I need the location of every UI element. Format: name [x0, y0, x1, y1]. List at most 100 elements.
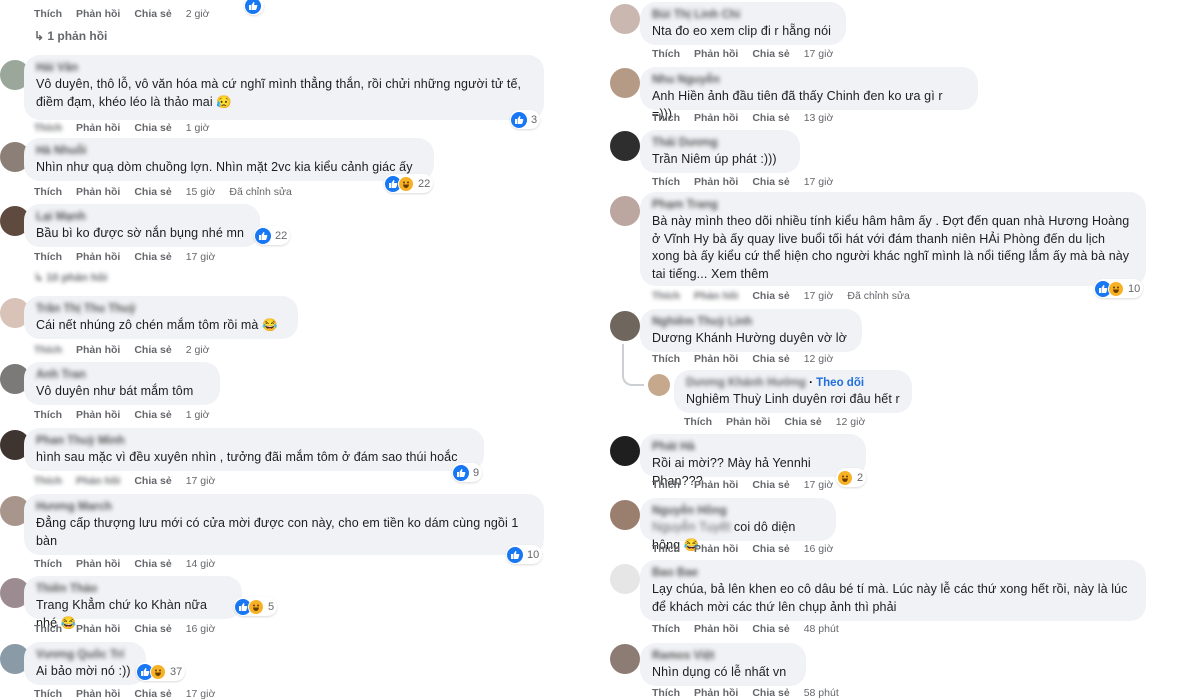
comment-time[interactable]: 15 giờ: [186, 186, 216, 198]
share-action[interactable]: Chia sẻ: [134, 122, 171, 134]
like-action[interactable]: Thích: [652, 623, 680, 635]
reply-action[interactable]: Phản hồi: [76, 558, 120, 570]
like-action[interactable]: Thích: [652, 543, 680, 555]
reply-action[interactable]: Phản hồi: [76, 8, 120, 20]
avatar[interactable]: [610, 311, 640, 341]
comment-time[interactable]: 12 giờ: [836, 416, 866, 428]
reaction-summary[interactable]: 9: [452, 463, 483, 482]
reaction-summary[interactable]: 10: [1094, 279, 1144, 298]
share-action[interactable]: Chia sẻ: [134, 8, 171, 20]
like-action[interactable]: Thích: [34, 409, 62, 421]
reaction-summary[interactable]: 10: [506, 545, 543, 564]
avatar[interactable]: [610, 644, 640, 674]
reply-action[interactable]: Phản hồi: [76, 409, 120, 421]
share-action[interactable]: Chia sẻ: [752, 112, 789, 124]
reply-action[interactable]: Phản hồi: [694, 353, 738, 365]
like-action[interactable]: Thích: [34, 344, 62, 356]
comment-time[interactable]: 16 giờ: [186, 623, 216, 635]
reply-action[interactable]: Phản hồi: [726, 416, 770, 428]
comment-time[interactable]: 13 giờ: [804, 112, 834, 124]
share-action[interactable]: Chia sẻ: [752, 623, 789, 635]
avatar[interactable]: [610, 131, 640, 161]
commenter-name[interactable]: Hải Văn: [36, 61, 532, 76]
reply-action[interactable]: Phản hồi: [76, 688, 120, 700]
reply-action[interactable]: Phản hồi: [76, 344, 120, 356]
reaction-summary[interactable]: 22: [254, 226, 291, 245]
commenter-name[interactable]: Thái Dương: [652, 136, 788, 151]
reply-action[interactable]: Phản hồi: [694, 290, 738, 302]
reaction-summary[interactable]: 22: [384, 174, 434, 193]
reply-action[interactable]: Phản hồi: [694, 623, 738, 635]
commenter-name[interactable]: Bùi Thị Linh Chi: [652, 8, 834, 23]
commenter-name[interactable]: Lại Mạnh: [36, 210, 248, 225]
reply-action[interactable]: Phản hồi: [76, 251, 120, 263]
share-action[interactable]: Chia sẻ: [752, 176, 789, 188]
comment-time[interactable]: 48 phút: [804, 623, 839, 635]
reaction-summary[interactable]: 37: [136, 662, 186, 681]
comment-time[interactable]: 17 giờ: [804, 48, 834, 60]
like-action[interactable]: Thích: [34, 251, 62, 263]
comment-time[interactable]: 16 giờ: [804, 543, 834, 555]
commenter-name[interactable]: Nghiêm Thuỳ Linh: [652, 315, 850, 330]
commenter-name[interactable]: Nguyễn Hồng: [652, 504, 824, 519]
like-action[interactable]: Thích: [34, 688, 62, 700]
commenter-name[interactable]: Phát Hà: [652, 440, 854, 455]
commenter-name[interactable]: Phạm Trang: [652, 198, 1134, 213]
mention-tag[interactable]: Nguyễn Tuyết: [652, 520, 730, 534]
comment-time[interactable]: 17 giờ: [186, 251, 216, 263]
follow-link[interactable]: Theo dõi: [816, 377, 864, 389]
commenter-name[interactable]: Anh Tran: [36, 368, 208, 383]
comment-time[interactable]: 14 giờ: [186, 558, 216, 570]
comment-time[interactable]: 17 giờ: [186, 688, 216, 700]
avatar[interactable]: [610, 500, 640, 530]
share-action[interactable]: Chia sẻ: [752, 687, 789, 699]
commenter-name[interactable]: Phan Thuỳ Minh: [36, 434, 472, 449]
reply-action[interactable]: Phản hồi: [694, 479, 738, 491]
share-action[interactable]: Chia sẻ: [134, 344, 171, 356]
view-replies-link[interactable]: ↳ 10 phản hồi: [34, 271, 107, 284]
share-action[interactable]: Chia sẻ: [134, 475, 171, 487]
view-replies-link[interactable]: ↳ 1 phản hồi: [34, 29, 107, 43]
like-action[interactable]: Thích: [652, 353, 680, 365]
share-action[interactable]: Chia sẻ: [784, 416, 821, 428]
comment-time[interactable]: 1 giờ: [186, 409, 210, 421]
comment-time[interactable]: 17 giờ: [804, 290, 834, 302]
share-action[interactable]: Chia sẻ: [752, 48, 789, 60]
share-action[interactable]: Chia sẻ: [134, 409, 171, 421]
like-action[interactable]: Thích: [34, 475, 62, 487]
reply-action[interactable]: Phản hồi: [76, 623, 120, 635]
comment-time[interactable]: 17 giờ: [804, 176, 834, 188]
share-action[interactable]: Chia sẻ: [134, 186, 171, 198]
commenter-name[interactable]: Hương March: [36, 500, 532, 515]
commenter-name[interactable]: Hà Nhuỗi: [36, 144, 422, 159]
like-action[interactable]: Thích: [34, 8, 62, 20]
reply-action[interactable]: Phản hồi: [694, 543, 738, 555]
reply-action[interactable]: Phản hồi: [694, 176, 738, 188]
commenter-name[interactable]: Vương Quốc Trí: [36, 648, 134, 663]
commenter-name[interactable]: Thiên Thảo: [36, 582, 230, 597]
commenter-name[interactable]: Bao Bae: [652, 566, 1134, 581]
commenter-name[interactable]: Ramos Việt: [652, 649, 794, 664]
like-action[interactable]: Thích: [34, 558, 62, 570]
reply-action[interactable]: Phản hồi: [694, 687, 738, 699]
like-action[interactable]: Thích: [652, 48, 680, 60]
avatar[interactable]: [610, 196, 640, 226]
reaction-summary[interactable]: 3: [510, 110, 541, 129]
like-action[interactable]: Thích: [652, 687, 680, 699]
comment-time[interactable]: 1 giờ: [186, 122, 210, 134]
reaction-summary[interactable]: [244, 0, 264, 15]
like-action[interactable]: Thích: [652, 176, 680, 188]
avatar[interactable]: [610, 68, 640, 98]
comment-time[interactable]: 58 phút: [804, 687, 839, 699]
share-action[interactable]: Chia sẻ: [134, 688, 171, 700]
like-action[interactable]: Thích: [34, 623, 62, 635]
reply-action[interactable]: Phản hồi: [694, 48, 738, 60]
share-action[interactable]: Chia sẻ: [134, 623, 171, 635]
avatar[interactable]: [610, 4, 640, 34]
share-action[interactable]: Chia sẻ: [752, 479, 789, 491]
like-action[interactable]: Thích: [684, 416, 712, 428]
share-action[interactable]: Chia sẻ: [134, 251, 171, 263]
like-action[interactable]: Thích: [652, 290, 680, 302]
comment-time[interactable]: 17 giờ: [186, 475, 216, 487]
comment-time[interactable]: 17 giờ: [804, 479, 834, 491]
